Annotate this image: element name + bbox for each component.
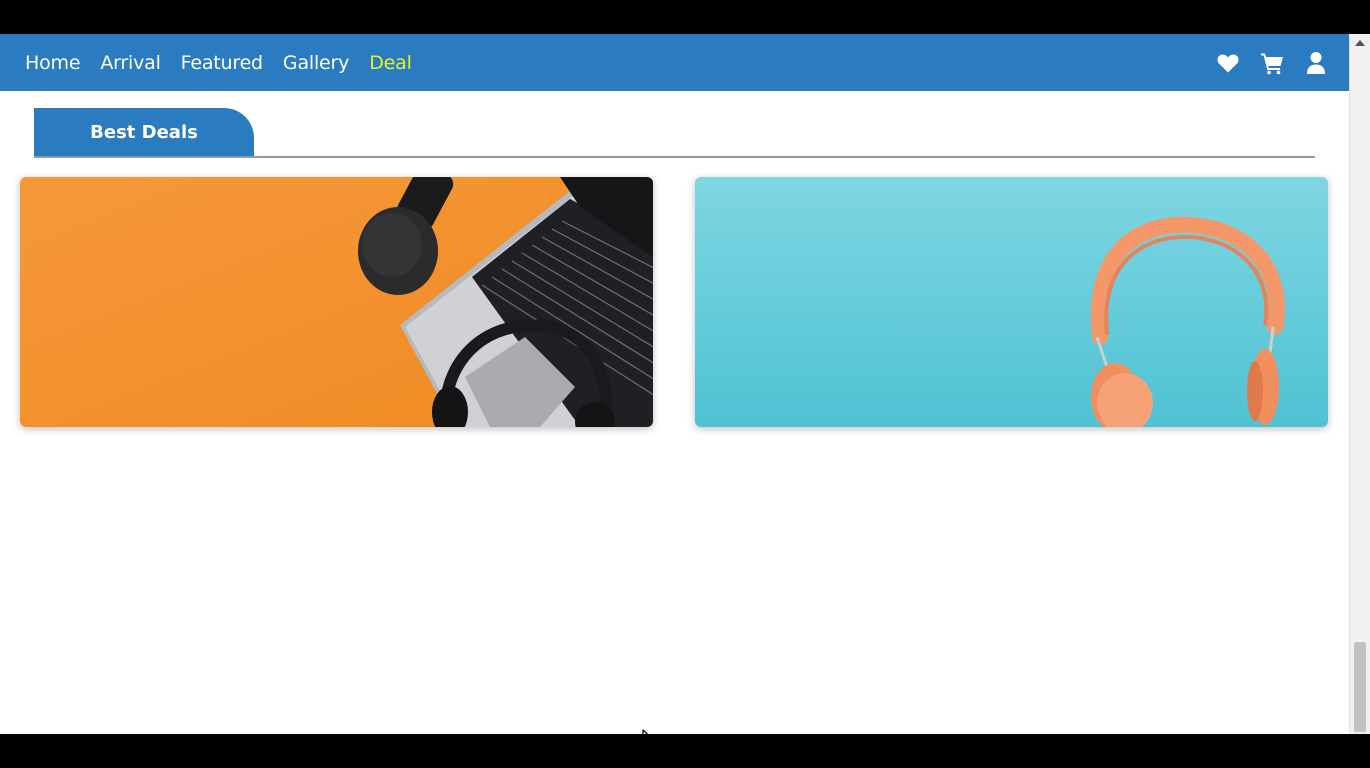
heart-icon[interactable] <box>1216 51 1240 75</box>
best-deals-section: Best Deals <box>34 108 1315 158</box>
page-viewport: Home Arrival Featured Gallery Deal Best … <box>0 34 1370 734</box>
nav-link-featured[interactable]: Featured <box>181 52 263 74</box>
vertical-scrollbar[interactable] <box>1349 34 1370 734</box>
section-title: Best Deals <box>34 108 254 156</box>
nav-link-gallery[interactable]: Gallery <box>283 52 349 74</box>
user-icon[interactable] <box>1304 51 1328 75</box>
scroll-up-arrow-icon[interactable] <box>1355 40 1365 46</box>
nav-icons <box>1216 51 1328 75</box>
deal-card-headphones[interactable] <box>695 177 1328 427</box>
cart-icon[interactable] <box>1260 51 1284 75</box>
scrollbar-thumb[interactable] <box>1354 642 1366 732</box>
nav-link-home[interactable]: Home <box>25 52 81 74</box>
deal-image-headphones <box>695 177 1328 427</box>
nav-links: Home Arrival Featured Gallery Deal <box>25 52 412 74</box>
deal-card-laptop[interactable] <box>20 177 653 427</box>
navbar: Home Arrival Featured Gallery Deal <box>0 34 1350 91</box>
deal-image-laptop <box>20 177 653 427</box>
mouse-pointer-icon <box>642 729 649 734</box>
nav-link-arrival[interactable]: Arrival <box>100 52 161 74</box>
nav-link-deal[interactable]: Deal <box>369 52 412 74</box>
